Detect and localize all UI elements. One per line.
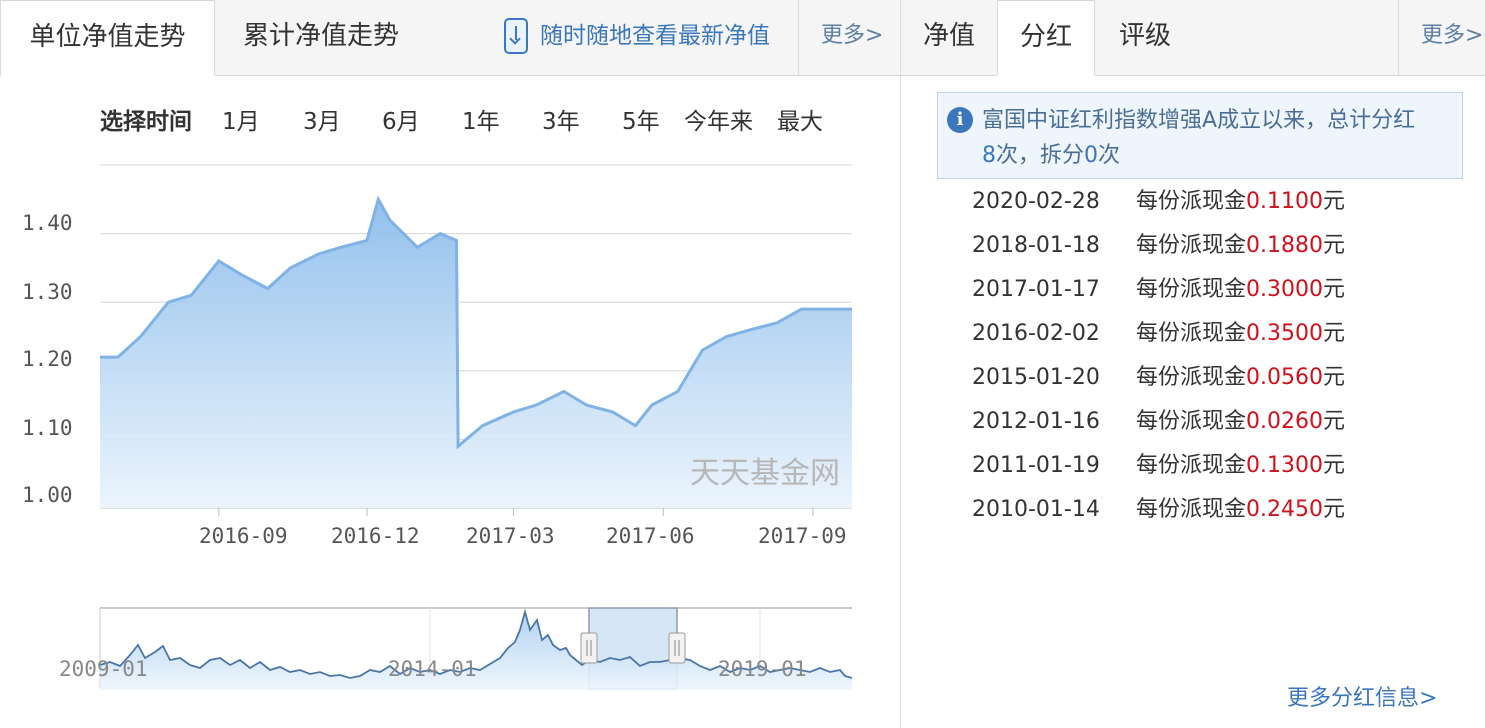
fund-name: 富国中证红利指数增强A: [982, 108, 1218, 133]
x-tick-label: 2017-09: [758, 524, 847, 548]
x-tick-label: 2017-03: [466, 524, 555, 548]
left-tab-bar: 单位净值走势 累计净值走势 随时随地查看最新净值 更多>: [0, 0, 900, 76]
left-handle: [580, 632, 598, 664]
tab-cumulative-nav[interactable]: 累计净值走势: [216, 0, 426, 75]
summary-text-part: 成立以来，总计分红: [1217, 108, 1416, 133]
dividend-unit: 元: [1323, 321, 1346, 346]
dividend-amount: 0.1300: [1246, 453, 1323, 478]
dividend-prefix: 每份派现金: [1136, 453, 1247, 478]
dividend-unit: 元: [1323, 409, 1346, 434]
y-tick-label: 1.10: [22, 416, 73, 440]
dividend-date: 2015-01-20: [972, 365, 1100, 390]
dividend-count: 8: [982, 143, 996, 168]
dividend-summary-box: i 富国中证红利指数增强A成立以来，总计分红 8次，拆分0次: [937, 92, 1463, 179]
dividend-prefix: 每份派现金: [1136, 189, 1247, 214]
promo-link[interactable]: 随时随地查看最新净值: [540, 0, 770, 75]
dividend-amount: 0.2450: [1246, 497, 1323, 522]
range-3m[interactable]: 3月: [303, 102, 341, 136]
y-tick-label: 1.20: [22, 347, 73, 371]
dividend-prefix: 每份派现金: [1136, 321, 1247, 346]
dividend-amount: 0.3500: [1246, 321, 1323, 346]
dividend-amount: 0.1880: [1246, 233, 1323, 258]
range-1m[interactable]: 1月: [222, 102, 260, 136]
dividend-unit: 元: [1323, 497, 1346, 522]
range-5y[interactable]: 5年: [622, 102, 660, 136]
tab-unit-nav[interactable]: 单位净值走势: [0, 0, 215, 76]
dividend-date: 2011-01-19: [972, 453, 1100, 478]
dividend-amount: 0.0260: [1246, 409, 1323, 434]
dividend-amount: 0.3000: [1246, 277, 1323, 302]
range-1y[interactable]: 1年: [462, 102, 500, 136]
summary-text-part: 次: [1098, 143, 1121, 168]
dividend-unit: 元: [1323, 365, 1346, 390]
dividend-unit: 元: [1323, 233, 1346, 258]
x-tick-label: 2016-09: [199, 524, 288, 548]
x-tick-label: 2017-06: [606, 524, 695, 548]
x-tick-label: 2016-12: [331, 524, 420, 548]
tab-nav-value[interactable]: 净值: [901, 0, 997, 75]
dividend-date: 2017-01-17: [972, 277, 1100, 302]
panel-divider: [900, 0, 901, 728]
tab-separator: [1398, 0, 1399, 75]
dividend-summary-text: 富国中证红利指数增强A成立以来，总计分红 8次，拆分0次: [982, 103, 1452, 173]
right-handle: [668, 632, 686, 664]
dividend-amount: 0.0560: [1246, 365, 1323, 390]
range-6m[interactable]: 6月: [382, 102, 420, 136]
dividend-date: 2010-01-14: [972, 497, 1100, 522]
more-dividend-link[interactable]: 更多分红信息>: [1287, 680, 1437, 712]
range-3y[interactable]: 3年: [542, 102, 580, 136]
dividend-prefix: 每份派现金: [1136, 409, 1247, 434]
split-count: 0: [1084, 143, 1099, 168]
info-icon: i: [947, 107, 973, 133]
watermark: 天天基金网: [690, 456, 840, 491]
dividend-unit: 元: [1323, 277, 1346, 302]
summary-text-part: 次，拆分: [996, 143, 1085, 168]
dividend-date: 2012-01-16: [972, 409, 1100, 434]
overview-tick-label: 2019-01: [718, 657, 807, 681]
dividend-amount: 0.1100: [1246, 189, 1323, 214]
dividend-date: 2016-02-02: [972, 321, 1100, 346]
dividend-unit: 元: [1323, 453, 1346, 478]
right-more-link[interactable]: 更多>: [1421, 0, 1483, 75]
dividend-prefix: 每份派现金: [1136, 233, 1247, 258]
overview-tick-label: 2014-01: [388, 657, 477, 681]
dividend-unit: 元: [1323, 189, 1346, 214]
x-tick-marks: [218, 508, 814, 516]
range-ytd[interactable]: 今年来: [684, 102, 753, 136]
phone-icon: [504, 18, 528, 54]
y-tick-label: 1.30: [22, 280, 73, 304]
dividend-date: 2018-01-18: [972, 233, 1100, 258]
time-range-label: 选择时间: [100, 109, 192, 135]
y-tick-label: 1.00: [22, 483, 73, 507]
tab-rating[interactable]: 评级: [1097, 0, 1193, 75]
y-tick-label: 1.40: [22, 211, 73, 235]
overview-tick-label: 2009-01: [59, 657, 148, 681]
tab-separator: [798, 0, 799, 75]
right-tab-bar: 净值 分红 评级 更多>: [901, 0, 1485, 76]
dividend-prefix: 每份派现金: [1136, 497, 1247, 522]
dividend-prefix: 每份派现金: [1136, 277, 1247, 302]
dividend-date: 2020-02-28: [972, 189, 1100, 214]
left-more-link[interactable]: 更多>: [821, 0, 883, 75]
range-max[interactable]: 最大: [777, 102, 823, 136]
dividend-prefix: 每份派现金: [1136, 365, 1247, 390]
tab-dividend[interactable]: 分红: [997, 0, 1095, 76]
